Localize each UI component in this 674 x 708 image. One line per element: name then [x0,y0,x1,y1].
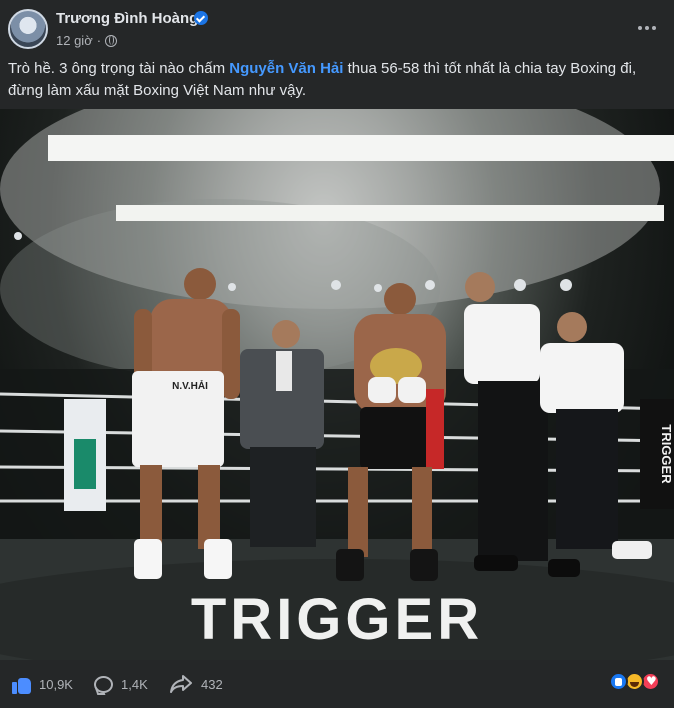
stage-light [425,280,435,290]
shirt [276,351,292,391]
leg [412,467,432,557]
trunks [360,407,432,469]
more-dot-icon [652,26,656,30]
post-header: Trương Đình Hoàng 12 giờ · [0,0,674,58]
more-options-button[interactable] [633,16,661,40]
shoe [134,539,162,579]
glove [368,377,396,403]
more-dot-icon [645,26,649,30]
leg [140,465,162,549]
meta-separator: · [96,33,102,48]
stage-light [14,232,22,240]
stage-light [331,280,341,290]
post-text-before: Trò hề. 3 ông trọng tài nào chấm [8,60,230,77]
head [465,272,495,302]
trunks-stripe [426,389,444,469]
stage-light [514,279,526,291]
leg [198,465,220,549]
shoe [204,539,232,579]
share-count: 432 [201,676,223,692]
author-name[interactable]: Trương Đình Hoàng [56,10,198,27]
corner-banner-stripe [74,439,96,489]
comment-count: 1,4K [121,676,148,692]
arm [222,309,240,399]
author-avatar[interactable] [8,9,48,49]
shoe [474,555,518,571]
reactions-summary[interactable] [609,672,665,692]
verified-badge-icon [194,11,208,25]
like-reaction-icon [609,672,628,691]
like-icon [12,674,32,694]
post-photo[interactable]: TRIGGER TRIGGER N.V.HẢI [0,109,674,660]
head [384,283,416,315]
facebook-post: Trương Đình Hoàng 12 giờ · Trò hề. 3 ông… [0,0,674,708]
trousers [478,381,548,561]
sponsor-banner-label: TRIGGER [659,424,674,484]
share-button[interactable]: 432 [170,671,223,697]
more-dot-icon [638,26,642,30]
light-bar [116,205,664,221]
globe-icon[interactable] [105,34,118,47]
trunks-label: N.V.HẢI [172,379,208,392]
head [272,320,300,348]
stage-light [374,284,382,292]
ring-floor-logo: TRIGGER [191,587,483,652]
share-icon [170,675,192,693]
like-count: 10,9K [39,676,73,692]
shoe [410,549,438,581]
like-button[interactable]: 10,9K [12,671,73,697]
stage-light [228,283,236,291]
head [557,312,587,342]
shirt [540,343,624,413]
post-actions: 10,9K 1,4K 432 [0,660,674,708]
official-grey-suit [240,320,324,547]
mentioned-person-link[interactable]: Nguyễn Văn Hải [229,60,343,77]
post-meta: 12 giờ · [56,33,118,48]
shoe [336,549,364,581]
light-bar [48,135,674,161]
leg [348,467,368,557]
shoe [548,559,580,577]
comment-button[interactable]: 1,4K [94,671,148,697]
stage-light [560,279,572,291]
head [184,268,216,300]
trousers [556,409,618,549]
shoe [612,541,652,559]
legs [250,447,316,547]
post-timestamp[interactable]: 12 giờ [56,33,93,48]
post-text: Trò hề. 3 ông trọng tài nào chấm Nguyễn … [8,58,668,102]
glove [398,377,426,403]
shirt [464,304,540,384]
comment-icon [94,675,113,693]
